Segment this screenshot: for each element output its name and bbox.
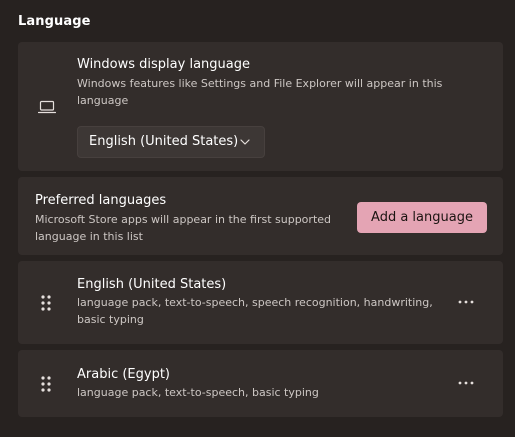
preferred-languages-title: Preferred languages [35,193,167,208]
language-name: English (United States) [77,277,227,292]
drag-handle-icon[interactable] [40,294,52,312]
laptop-icon [38,100,56,114]
preferred-languages-card: Preferred languages Microsoft Store apps… [18,177,503,255]
language-item-arabic[interactable]: Arabic (Egypt) language pack, text-to-sp… [18,350,503,417]
display-language-description: Windows features like Settings and File … [77,77,443,107]
language-features: language pack, text-to-speech, speech re… [77,296,433,326]
section-title: Language [18,14,91,29]
more-options-icon[interactable] [452,372,480,394]
preferred-languages-description: Microsoft Store apps will appear in the … [35,213,332,243]
add-language-button[interactable]: Add a language [357,202,487,233]
drag-handle-icon[interactable] [40,375,52,393]
display-language-title: Windows display language [77,57,250,72]
display-language-dropdown[interactable]: English (United States) [77,126,265,158]
display-language-card: Windows display language Windows feature… [18,42,503,171]
language-name: Arabic (Egypt) [77,367,170,382]
display-language-selected: English (United States) [89,134,239,149]
chevron-down-icon [240,139,250,145]
more-options-icon[interactable] [452,291,480,313]
language-features: language pack, text-to-speech, basic typ… [77,386,319,399]
language-item-english[interactable]: English (United States) language pack, t… [18,261,503,344]
